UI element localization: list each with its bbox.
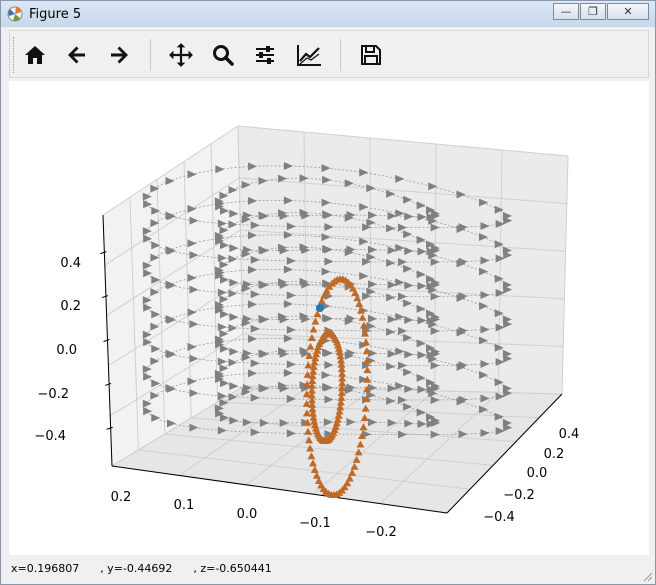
3d-axes[interactable]: 0.4 0.2 0.0 −0.2 −0.4 0.2 0.1 0.0 −0.1 −0.2 0.4 0.2… — [9, 81, 649, 555]
back-button[interactable] — [60, 38, 94, 72]
figure-canvas[interactable]: 0.4 0.2 0.0 −0.2 −0.4 0.2 0.1 0.0 −0.1 −0.2 0.4 0.2… — [9, 81, 649, 555]
maximize-icon: ❐ — [588, 5, 598, 18]
toolbar-separator — [340, 39, 341, 71]
x-tick-label: 0.2 — [111, 490, 132, 505]
x-tick-label: −0.2 — [365, 525, 397, 540]
center-point-marker — [316, 304, 324, 312]
z-tick-label: 0.2 — [60, 299, 81, 314]
app-icon — [7, 6, 23, 22]
status-bar: x=0.196807 , y=-0.44692 , z=-0.650441 — [1, 557, 655, 584]
line-chart-icon — [297, 45, 321, 66]
minimize-button[interactable]: — — [553, 3, 579, 20]
home-button[interactable] — [18, 38, 52, 72]
home-icon — [25, 46, 45, 64]
back-arrow-icon — [68, 46, 85, 64]
customize-button[interactable] — [292, 38, 326, 72]
x-tick-label: −0.1 — [299, 516, 331, 531]
move-icon — [169, 43, 193, 67]
z-tick-label: −0.4 — [34, 429, 66, 444]
sliders-icon — [256, 46, 274, 64]
close-icon: ✕ — [623, 5, 633, 18]
toolbar — [9, 30, 649, 78]
z-tick-label: 0.4 — [60, 256, 81, 271]
y-tick-label: 0.0 — [527, 466, 548, 481]
resize-grip-icon[interactable] — [641, 570, 653, 582]
minimize-icon: — — [560, 5, 572, 18]
z-tick-label: −0.2 — [37, 387, 69, 402]
close-button[interactable]: ✕ — [607, 3, 649, 20]
zoom-button[interactable] — [206, 38, 240, 72]
maximize-button[interactable]: ❐ — [580, 3, 606, 20]
y-tick-label: −0.2 — [503, 488, 535, 503]
x-tick-label: 0.1 — [174, 498, 195, 513]
figure-window: Figure 5 — ❐ ✕ 0.4 0.2 0.0 −0.2 −0.4 0.2… — [0, 0, 656, 585]
forward-button[interactable] — [102, 38, 136, 72]
title-bar[interactable]: Figure 5 — ❐ ✕ — [1, 1, 655, 27]
z-tick-label: 0.0 — [56, 343, 77, 358]
zoom-magnifier-icon — [213, 45, 234, 66]
pan-button[interactable] — [164, 38, 198, 72]
x-tick-label: 0.0 — [237, 507, 258, 522]
floppy-disk-icon — [361, 45, 381, 65]
forward-arrow-icon — [111, 46, 128, 64]
y-tick-label: 0.2 — [544, 447, 565, 462]
subplots-button[interactable] — [248, 38, 282, 72]
window-title: Figure 5 — [29, 7, 82, 22]
cursor-coordinates: x=0.196807 , y=-0.44692 , z=-0.650441 — [11, 562, 272, 575]
y-tick-label: 0.4 — [559, 427, 580, 442]
toolbar-grip[interactable] — [13, 37, 16, 73]
y-tick-label: −0.4 — [483, 510, 515, 525]
toolbar-separator — [150, 39, 151, 71]
save-button[interactable] — [354, 38, 388, 72]
